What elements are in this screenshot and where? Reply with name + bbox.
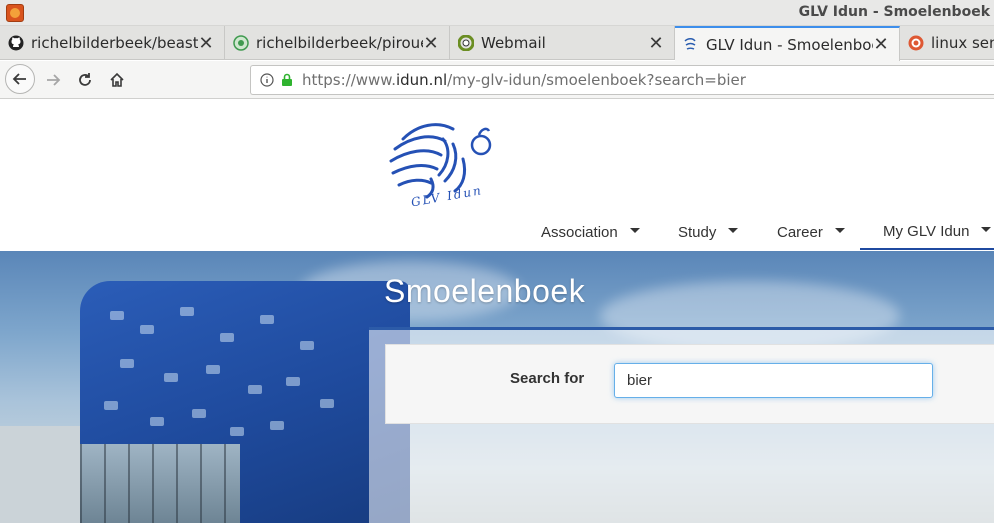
menu-item-label: Study [678,223,717,241]
page-content: GLV Idun Association Study Career My GLV… [0,99,994,523]
menu-item-my-glv-idun[interactable]: My GLV Idun [860,214,994,250]
building-window [206,365,220,374]
idun-icon [683,37,699,53]
building-window [192,409,206,418]
close-tab-icon[interactable]: ✕ [873,34,889,55]
menu-item-association[interactable]: Association [541,214,640,250]
duckduckgo-icon [908,35,924,51]
url-text: https://www.idun.nl/my-glv-idun/smoelenb… [302,71,746,89]
reload-button[interactable] [71,66,99,94]
title-bar: GLV Idun - Smoelenboek [0,0,994,26]
tab-pirouette[interactable]: richelbilderbeek/pirouet ✕ [225,26,450,60]
building-window [320,399,334,408]
github-icon [8,35,24,51]
building-window [260,315,274,324]
firefox-icon [6,4,24,22]
building-window [104,401,118,410]
building-window [164,373,178,382]
menu-item-label: Association [541,223,618,241]
building-window [220,333,234,342]
page-title: Smoelenboek [384,273,586,309]
forward-button[interactable] [39,66,67,94]
menu-item-study[interactable]: Study [678,214,739,250]
arrow-left-icon [12,73,26,85]
tab-linux-send[interactable]: linux send [900,26,994,60]
url-scheme: https://www. [302,71,396,89]
caret-down-icon [834,227,845,233]
arrow-right-icon [47,74,61,86]
url-path: /my-glv-idun/smoelenboek?search=bier [447,71,746,89]
tab-label: GLV Idun - Smoelenboek [706,35,873,54]
webmail-icon [458,35,474,51]
tab-label: richelbilderbeek/beastie [31,34,198,52]
site-header: GLV Idun Association Study Career My GLV… [0,99,994,251]
search-label: Search for [510,370,585,387]
tab-label: richelbilderbeek/pirouet [256,34,423,52]
tab-beastie[interactable]: richelbilderbeek/beastie ✕ [0,26,225,60]
tab-strip: richelbilderbeek/beastie ✕ richelbilderb… [0,26,994,61]
glv-idun-logo[interactable]: GLV Idun [383,119,503,211]
back-button[interactable] [5,64,35,94]
building-window [248,385,262,394]
main-menu: Association Study Career My GLV Idun [0,214,994,250]
side-building [0,426,90,523]
glass-facade [80,444,240,523]
tab-label: linux send [931,34,994,52]
building-window [270,421,284,430]
building-window [230,427,244,436]
url-host: idun.nl [395,71,448,89]
tab-webmail[interactable]: Webmail ✕ [450,26,675,60]
building-window [140,325,154,334]
menu-item-career[interactable]: Career [777,214,845,250]
search-input[interactable] [614,363,933,398]
reload-icon [79,73,91,86]
hero-banner: Smoelenboek Search for [0,251,994,523]
tab-label: Webmail [481,34,546,52]
building-window [120,359,134,368]
tab-smoelenboek[interactable]: GLV Idun - Smoelenboek ✕ [675,26,900,61]
url-bar[interactable]: https://www.idun.nl/my-glv-idun/smoelenb… [250,65,994,95]
caret-down-icon [629,227,640,233]
building-window [300,341,314,350]
pirouette-icon [233,35,249,51]
search-panel: Search for [369,327,994,523]
close-tab-icon[interactable]: ✕ [198,33,214,54]
building-window [150,417,164,426]
close-tab-icon[interactable]: ✕ [648,33,664,54]
close-tab-icon[interactable]: ✕ [423,33,439,54]
home-icon [110,72,124,87]
lock-icon [280,73,294,87]
search-form: Search for [385,344,994,424]
caret-down-icon [981,226,992,232]
menu-item-label: Career [777,223,823,241]
home-button[interactable] [103,66,131,94]
building-window [110,311,124,320]
navigation-bar: https://www.idun.nl/my-glv-idun/smoelenb… [0,61,994,99]
menu-item-label: My GLV Idun [883,222,970,240]
logo-text: GLV Idun [410,183,484,209]
building-window [286,377,300,386]
building-window [180,307,194,316]
caret-down-icon [728,227,739,233]
info-icon[interactable] [260,73,274,87]
window-title: GLV Idun - Smoelenboek [798,4,990,20]
